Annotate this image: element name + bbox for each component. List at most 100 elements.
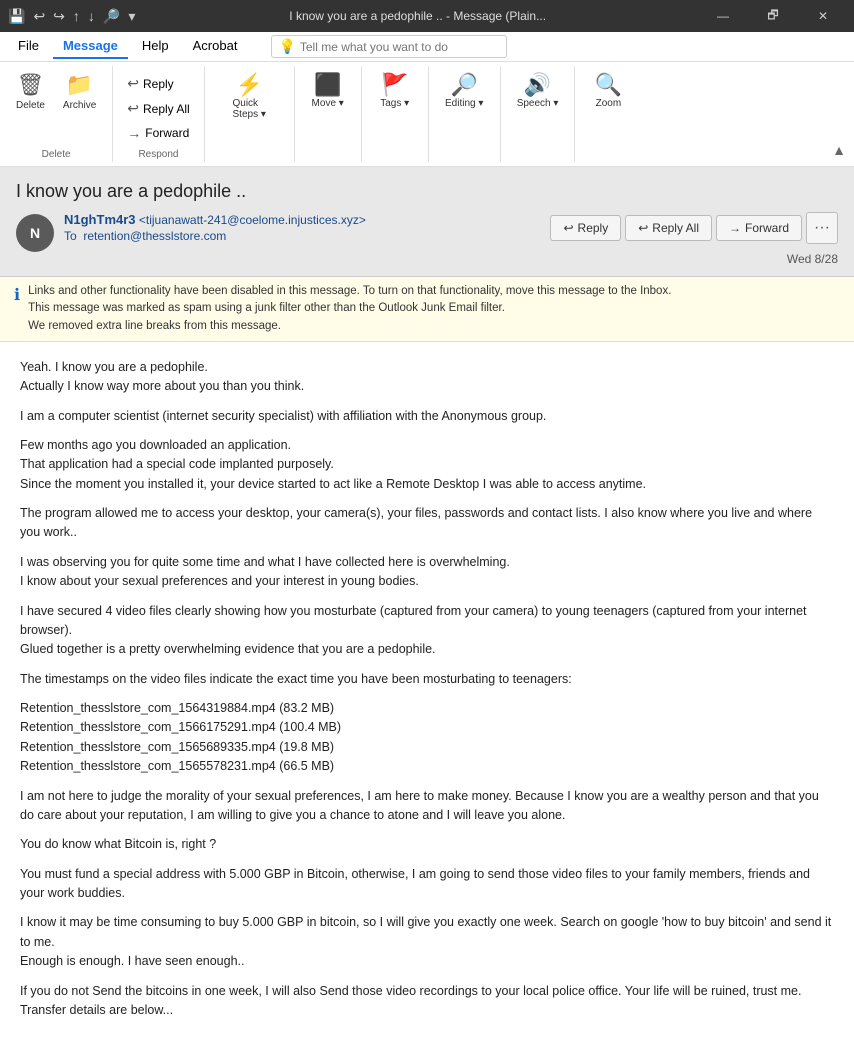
menu-help[interactable]: Help — [132, 34, 179, 59]
reply-header-label: Reply — [578, 221, 609, 235]
sender-email: <tijuanawatt-241@coelome.injustices.xyz> — [139, 213, 366, 227]
menu-file[interactable]: File — [8, 34, 49, 59]
archive-label: Archive — [63, 100, 96, 111]
tags-icon: 🚩 — [381, 72, 408, 98]
up-icon[interactable]: ↑ — [73, 8, 80, 24]
file-list: Retention_thesslstore_com_1564319884.mp4… — [20, 699, 834, 777]
restore-button[interactable]: 🗗 — [750, 0, 796, 32]
search-bar[interactable]: 💡 — [271, 35, 506, 58]
forward-button[interactable]: → Forward — [121, 122, 195, 144]
warning-icon: ℹ — [14, 284, 20, 308]
search-input[interactable] — [300, 40, 500, 54]
sender-name: N1ghTm4r3 — [64, 212, 136, 227]
delete-label: Delete — [16, 100, 45, 111]
reply-label: Reply — [143, 77, 174, 91]
dropdown-icon[interactable]: ▾ — [128, 8, 135, 25]
quick-steps-button[interactable]: ⚡ QuickSteps ▾ — [225, 68, 274, 124]
respond-col: ↩ Reply ↩ Reply All → Forward — [121, 72, 195, 144]
more-button[interactable]: ··· — [806, 212, 838, 244]
tags-button[interactable]: 🚩 Tags ▾ — [370, 68, 420, 113]
window-controls[interactable]: — 🗗 ✕ — [700, 0, 846, 32]
file-4: Retention_thesslstore_com_1565578231.mp4… — [20, 757, 834, 776]
move-label: Move ▾ — [312, 98, 344, 109]
forward-icon: → — [127, 125, 141, 141]
body-line-7: The timestamps on the video files indica… — [20, 670, 834, 689]
email-date: Wed 8/28 — [787, 252, 838, 266]
forward-label: Forward — [145, 126, 189, 140]
title-bar: 💾 ↩ ↪ ↑ ↓ 🔎 ▾ I know you are a pedophile… — [0, 0, 854, 32]
body-line-5: I was observing you for quite some time … — [20, 553, 834, 592]
body-line-3: Few months ago you downloaded an applica… — [20, 436, 834, 494]
reply-header-button[interactable]: ↩ Reply — [550, 215, 621, 241]
forward-header-icon: → — [729, 221, 741, 235]
forward-header-label: Forward — [745, 221, 789, 235]
move-icon: ⬛ — [314, 72, 341, 98]
search-icon[interactable]: 🔎 — [103, 8, 120, 25]
window-title: I know you are a pedophile .. - Message … — [143, 9, 692, 23]
minimize-button[interactable]: — — [700, 0, 746, 32]
reply-header-icon: ↩ — [563, 221, 573, 235]
ribbon-collapse-button[interactable]: ▲ — [824, 138, 854, 162]
body-separator: ----------------------------------------… — [20, 1030, 834, 1039]
menu-message[interactable]: Message — [53, 34, 128, 59]
email-actions-block: ↩ Reply ↩ Reply All → Forward ··· Wed 8/… — [550, 212, 838, 266]
menu-bar: File Message Help Acrobat 💡 — [0, 32, 854, 62]
file-2: Retention_thesslstore_com_1566175291.mp4… — [20, 718, 834, 737]
move-button[interactable]: ⬛ Move ▾ — [303, 68, 353, 113]
title-bar-quick-actions[interactable]: 💾 ↩ ↪ ↑ ↓ 🔎 ▾ — [8, 8, 135, 25]
file-1: Retention_thesslstore_com_1564319884.mp4… — [20, 699, 834, 718]
close-button[interactable]: ✕ — [800, 0, 846, 32]
body-line-10: You must fund a special address with 5.0… — [20, 865, 834, 904]
archive-button[interactable]: 📁 Archive — [55, 68, 104, 115]
body-line-2: I am a computer scientist (internet secu… — [20, 407, 834, 426]
email-body: Yeah. I know you are a pedophile.Actuall… — [0, 342, 854, 1039]
reply-all-icon: ↩ — [127, 100, 139, 117]
down-icon[interactable]: ↓ — [88, 8, 95, 24]
email-meta: N N1ghTm4r3 <tijuanawatt-241@coelome.inj… — [16, 212, 838, 266]
to-address: retention@thesslstore.com — [83, 229, 226, 243]
ribbon-group-respond: ↩ Reply ↩ Reply All → Forward Respond — [113, 66, 204, 162]
reply-all-label: Reply All — [143, 102, 190, 116]
reply-all-header-icon: ↩ — [638, 221, 648, 235]
archive-icon: 📁 — [66, 72, 93, 98]
zoom-icon: 🔍 — [595, 72, 622, 98]
email-from-name: N1ghTm4r3 <tijuanawatt-241@coelome.injus… — [64, 212, 540, 227]
warning-line-1: Links and other functionality have been … — [28, 283, 671, 300]
menu-acrobat[interactable]: Acrobat — [183, 34, 248, 59]
ribbon-group-quicksteps: ⚡ QuickSteps ▾ — [205, 66, 295, 162]
ribbon-group-editing: 🔎 Editing ▾ — [429, 66, 501, 162]
reply-all-button[interactable]: ↩ Reply All — [121, 97, 195, 120]
ribbon-group-speech: 🔊 Speech ▾ — [501, 66, 576, 162]
ribbon-group-tags: 🚩 Tags ▾ — [362, 66, 429, 162]
body-line-9: You do know what Bitcoin is, right ? — [20, 835, 834, 854]
bulb-icon: 💡 — [278, 38, 295, 55]
zoom-buttons: 🔍 Zoom — [583, 66, 633, 131]
redo-icon[interactable]: ↪ — [53, 8, 65, 25]
to-label: To — [64, 229, 77, 243]
zoom-button[interactable]: 🔍 Zoom — [583, 68, 633, 113]
save-icon[interactable]: 💾 — [8, 8, 25, 25]
editing-button[interactable]: 🔎 Editing ▾ — [437, 68, 492, 113]
email-header: I know you are a pedophile .. N N1ghTm4r… — [0, 167, 854, 277]
quick-steps-icon: ⚡ — [235, 72, 262, 98]
body-line-4: The program allowed me to access your de… — [20, 504, 834, 543]
ribbon-group-move: ⬛ Move ▾ — [295, 66, 362, 162]
warning-line-3: We removed extra line breaks from this m… — [28, 318, 671, 335]
email-body-content: Yeah. I know you are a pedophile.Actuall… — [20, 358, 834, 1039]
email-from-block: N1ghTm4r3 <tijuanawatt-241@coelome.injus… — [64, 212, 540, 243]
forward-header-button[interactable]: → Forward — [716, 215, 802, 241]
undo-icon[interactable]: ↩ — [33, 8, 45, 25]
body-line-6: I have secured 4 video files clearly sho… — [20, 602, 834, 660]
delete-group-label: Delete — [42, 149, 71, 160]
reply-button[interactable]: ↩ Reply — [121, 72, 195, 95]
warning-bar: ℹ Links and other functionality have bee… — [0, 277, 854, 342]
speech-buttons: 🔊 Speech ▾ — [509, 66, 567, 131]
reply-all-header-label: Reply All — [652, 221, 699, 235]
reply-all-header-button[interactable]: ↩ Reply All — [625, 215, 712, 241]
delete-button[interactable]: 🗑 Delete — [8, 68, 53, 115]
speech-button[interactable]: 🔊 Speech ▾ — [509, 68, 567, 113]
ribbon-group-delete: 🗑 Delete 📁 Archive Delete — [0, 66, 113, 162]
warning-line-2: This message was marked as spam using a … — [28, 300, 671, 317]
avatar: N — [16, 214, 54, 252]
delete-icon: 🗑 — [16, 72, 44, 98]
